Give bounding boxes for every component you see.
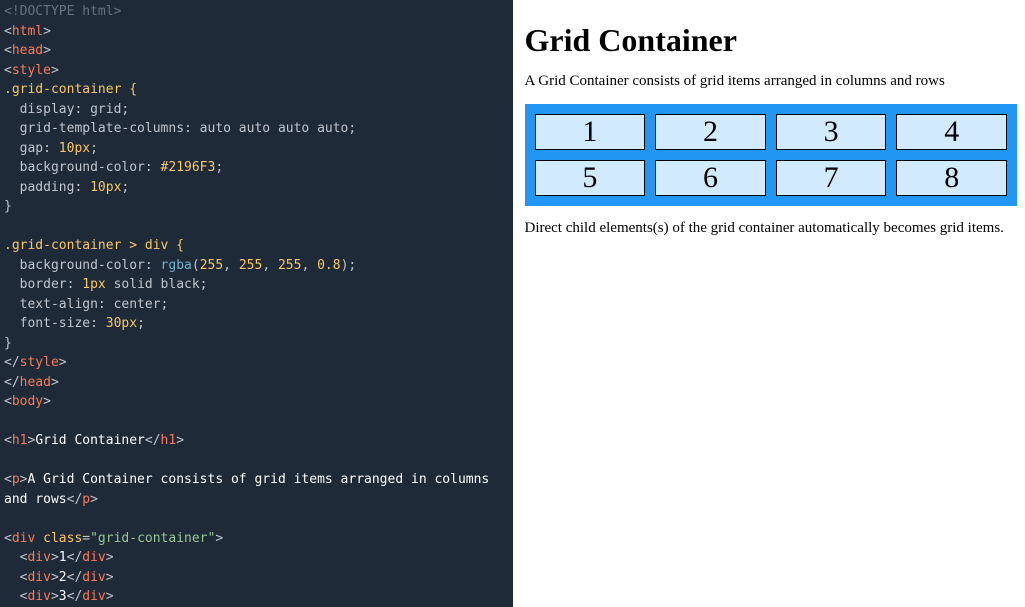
preview-pane: Grid Container A Grid Container consists… — [513, 0, 1025, 607]
grid-item: 7 — [776, 160, 887, 196]
grid-item: 2 — [655, 114, 766, 150]
grid-item: 4 — [896, 114, 1007, 150]
grid-container: 1 2 3 4 5 6 7 8 — [525, 104, 1018, 206]
page-title: Grid Container — [525, 22, 1018, 59]
grid-item: 5 — [535, 160, 646, 196]
code-editor-pane[interactable]: <!DOCTYPE html> <html> <head> <style> .g… — [0, 0, 513, 607]
grid-item: 6 — [655, 160, 766, 196]
intro-paragraph: A Grid Container consists of grid items … — [525, 73, 1018, 90]
code-doctype: <!DOCTYPE html> — [4, 4, 121, 19]
closing-paragraph: Direct child elements(s) of the grid con… — [525, 220, 1018, 237]
grid-item: 3 — [776, 114, 887, 150]
grid-item: 1 — [535, 114, 646, 150]
grid-item: 8 — [896, 160, 1007, 196]
